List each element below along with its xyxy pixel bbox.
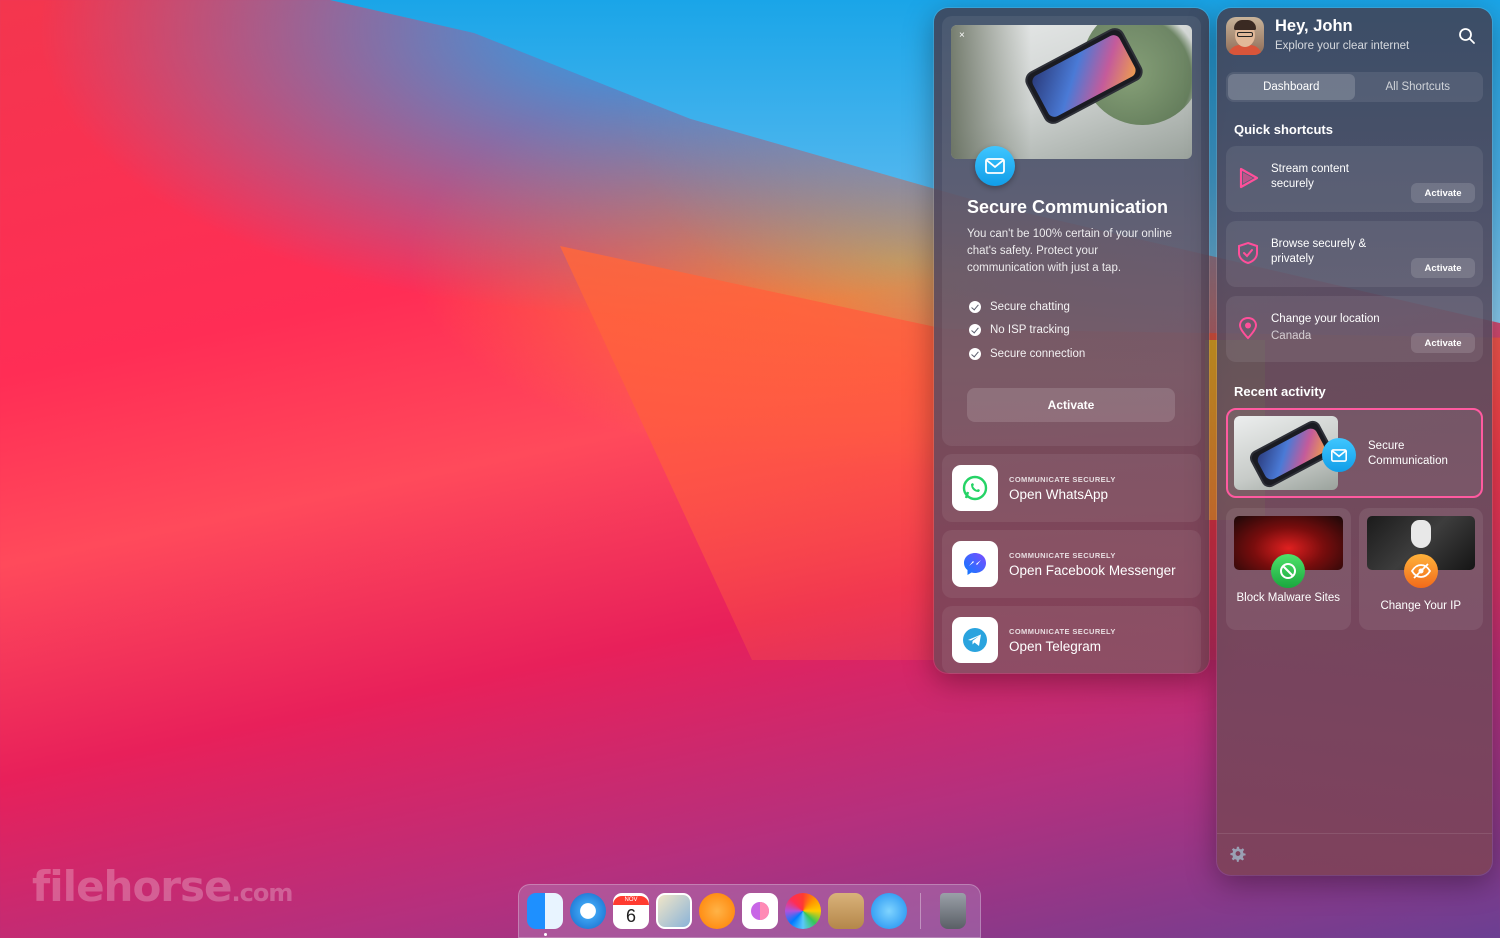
tab-all-shortcuts[interactable]: All Shortcuts <box>1355 74 1482 100</box>
app-label: Open Facebook Messenger <box>1009 562 1176 578</box>
whatsapp-icon <box>952 465 998 511</box>
app-kicker: COMMUNICATE SECURELY <box>1009 474 1116 484</box>
recent-label: Secure Communication <box>1368 440 1448 467</box>
check-icon <box>969 324 981 337</box>
feature-title: Secure Communication <box>967 197 1169 217</box>
feature-hero-image: × <box>951 25 1192 159</box>
activate-location-button[interactable]: Activate <box>1411 333 1475 353</box>
calendar-icon[interactable]: NOV 6 <box>613 893 649 929</box>
activate-stream-button[interactable]: Activate <box>1411 183 1475 203</box>
shortcut-change-location[interactable]: Change your location Canada Activate <box>1226 296 1483 362</box>
mail-icon <box>975 146 1015 186</box>
watermark: filehorse.com <box>32 862 293 911</box>
shield-icon <box>1238 241 1258 265</box>
panel-footer <box>1217 833 1492 875</box>
search-icon[interactable] <box>1458 27 1476 45</box>
panel-header: Hey, John Explore your clear internet <box>1217 8 1492 72</box>
open-whatsapp-row[interactable]: COMMUNICATE SECURELY Open WhatsApp <box>942 454 1201 522</box>
app-label: Open Telegram <box>1009 638 1102 654</box>
dock-separator <box>920 893 921 929</box>
trash-icon[interactable] <box>940 893 966 929</box>
app-kicker: COMMUNICATE SECURELY <box>1009 550 1116 560</box>
recent-change-ip[interactable]: Change Your IP <box>1358 508 1483 630</box>
block-icon <box>1271 554 1306 588</box>
dashboard-panel: Hey, John Explore your clear internet Da… <box>1217 8 1492 875</box>
clear-vpn-app-icon[interactable] <box>742 893 778 929</box>
preview-icon[interactable] <box>656 893 692 929</box>
close-icon[interactable]: × <box>959 30 965 41</box>
current-location: Canada <box>1271 330 1312 342</box>
recent-secure-communication[interactable]: Secure Communication <box>1226 408 1483 498</box>
play-icon <box>1239 167 1259 189</box>
avatar[interactable] <box>1226 17 1264 55</box>
activate-browse-button[interactable]: Activate <box>1411 258 1475 278</box>
quick-shortcuts-heading: Quick shortcuts <box>1234 122 1333 137</box>
books-icon[interactable] <box>699 893 735 929</box>
shortcut-title: Stream content securely <box>1271 163 1349 190</box>
check-icon <box>969 347 981 360</box>
recent-block-malware[interactable]: Block Malware Sites <box>1226 508 1351 630</box>
shortcut-browse-securely[interactable]: Browse securely & privately Activate <box>1226 221 1483 287</box>
gear-icon[interactable] <box>1229 846 1247 864</box>
dock: NOV 6 <box>518 884 981 938</box>
feature-description: You can't be 100% certain of your online… <box>967 228 1173 274</box>
telegram-icon <box>952 617 998 663</box>
recent-tiles: Block Malware Sites Change Your IP <box>1226 508 1483 630</box>
open-messenger-row[interactable]: COMMUNICATE SECURELY Open Facebook Messe… <box>942 530 1201 598</box>
feature-detail-panel: × Secure Communication You can't be 100%… <box>934 8 1209 674</box>
feature-bullet: No ISP tracking <box>969 319 1192 343</box>
tile-label: Change Your IP <box>1380 600 1462 612</box>
notes-icon[interactable] <box>828 893 864 929</box>
recent-activity-heading: Recent activity <box>1234 384 1326 399</box>
messages-icon[interactable] <box>871 893 907 929</box>
greeting-subtitle: Explore your clear internet <box>1275 40 1410 52</box>
app-label: Open WhatsApp <box>1009 486 1109 502</box>
finder-icon[interactable] <box>527 893 563 936</box>
feature-bullet: Secure chatting <box>969 295 1192 319</box>
tab-bar: Dashboard All Shortcuts <box>1226 72 1483 102</box>
location-pin-icon <box>1238 316 1258 340</box>
check-icon <box>969 300 981 313</box>
safari-icon[interactable] <box>570 893 606 929</box>
greeting: Hey, John <box>1275 17 1353 35</box>
tile-label: Block Malware Sites <box>1236 592 1341 604</box>
activate-button[interactable]: Activate <box>967 388 1175 422</box>
feature-card: × Secure Communication You can't be 100%… <box>942 16 1201 446</box>
feature-bullet: Secure connection <box>969 342 1192 366</box>
tab-dashboard[interactable]: Dashboard <box>1228 74 1355 100</box>
shortcut-stream-content[interactable]: Stream content securely Activate <box>1226 146 1483 212</box>
feature-bullets: Secure chatting No ISP tracking Secure c… <box>969 295 1192 366</box>
open-telegram-row[interactable]: COMMUNICATE SECURELY Open Telegram <box>942 606 1201 674</box>
shortcut-title: Change your location <box>1271 313 1380 325</box>
photos-icon[interactable] <box>785 893 821 929</box>
messenger-icon <box>952 541 998 587</box>
mail-icon <box>1322 438 1356 472</box>
app-kicker: COMMUNICATE SECURELY <box>1009 626 1116 636</box>
shortcut-title: Browse securely & privately <box>1271 238 1367 265</box>
eye-off-icon <box>1403 554 1438 588</box>
